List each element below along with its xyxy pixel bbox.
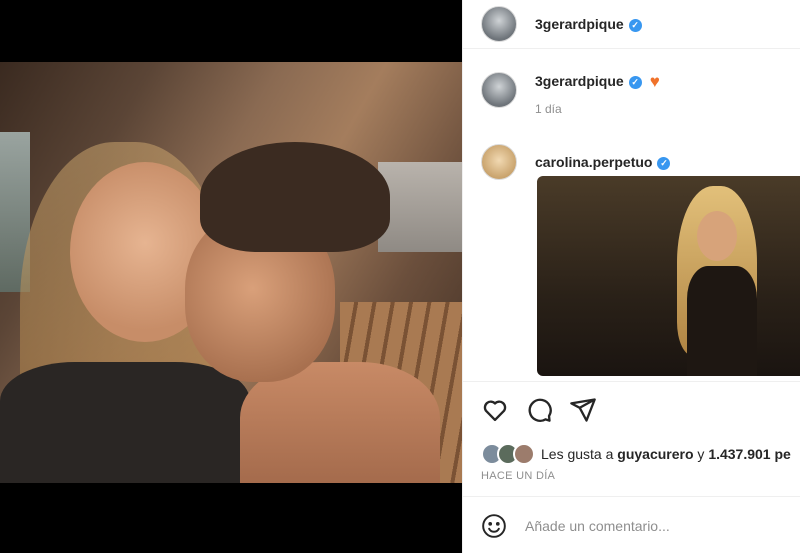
caption-username-text[interactable]: 3gerardpique [535, 73, 624, 89]
likes-count[interactable]: 1.437.901 pe [708, 446, 791, 462]
emoji-smile-icon[interactable] [481, 513, 507, 539]
post-sidebar: 3gerardpique ✓ 3gerardpique ✓ ♥ 1 día carol… [462, 0, 800, 553]
photo-sweater [0, 362, 250, 483]
photo-hair-right [200, 142, 390, 252]
post-photo[interactable] [0, 62, 462, 483]
likes-text: Les gusta a guyacurero y 1.437.901 pe [541, 446, 791, 462]
likes-prefix: Les gusta a [541, 446, 618, 462]
commenter-username[interactable]: carolina.perpetuo ✓ [535, 154, 671, 170]
liker-avatar [513, 443, 535, 465]
action-bar [481, 396, 597, 424]
author-username-text[interactable]: 3gerardpique [535, 16, 624, 32]
post-media-pane [0, 0, 462, 553]
comment-bubble-icon[interactable] [525, 396, 553, 424]
caption-username[interactable]: 3gerardpique ✓ ♥ [535, 72, 660, 91]
heart-outline-icon[interactable] [481, 396, 509, 424]
verified-badge-icon: ✓ [657, 156, 671, 170]
caption-meta: 3gerardpique ✓ ♥ 1 día [535, 72, 660, 116]
comment-gif[interactable] [537, 176, 800, 376]
verified-badge-icon: ✓ [628, 18, 642, 32]
comment-input[interactable] [523, 517, 757, 535]
commenter-avatar[interactable] [481, 144, 517, 180]
caption: 3gerardpique ✓ ♥ 1 día [481, 72, 660, 116]
divider [463, 381, 800, 382]
post-date[interactable]: HACE UN DÍA [481, 470, 555, 482]
add-comment-bar [481, 513, 757, 539]
gif-dancer-face [697, 211, 737, 261]
caption-time[interactable]: 1 día [535, 102, 660, 116]
verified-badge-icon: ✓ [628, 75, 642, 89]
likes-middle: y [693, 446, 709, 462]
photo-mountain [378, 162, 462, 252]
divider [463, 496, 800, 497]
author-avatar[interactable] [481, 6, 517, 42]
post-header: 3gerardpique ✓ [463, 0, 800, 49]
comment-header: carolina.perpetuo ✓ [481, 144, 671, 180]
commenter-username-text[interactable]: carolina.perpetuo [535, 154, 652, 170]
likes-user[interactable]: guyacurero [617, 446, 693, 462]
likes-summary[interactable]: Les gusta a guyacurero y 1.437.901 pe [481, 443, 791, 465]
orange-heart-icon: ♥ [649, 72, 660, 91]
gif-dancer-body [687, 266, 757, 376]
caption-avatar[interactable] [481, 72, 517, 108]
share-paper-plane-icon[interactable] [569, 396, 597, 424]
author-username[interactable]: 3gerardpique ✓ [535, 16, 642, 32]
